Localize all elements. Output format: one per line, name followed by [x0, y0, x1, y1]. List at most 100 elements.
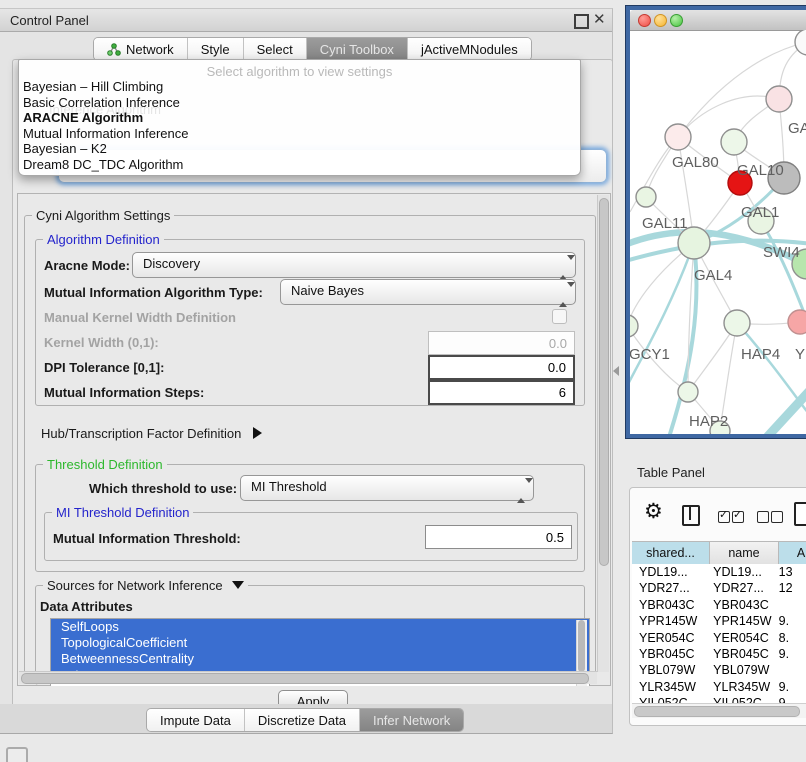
table-row[interactable]: YER054C YER054C 8.	[632, 630, 806, 646]
dpi-tolerance-input[interactable]	[428, 355, 575, 380]
minimize-window-icon[interactable]	[654, 14, 667, 27]
control-panel-titlebar: Control Panel ✕	[0, 9, 612, 32]
bottom-tab-strip: Impute Data Discretize Data Infer Networ…	[0, 704, 612, 733]
tab-discretize-data-label: Discretize Data	[258, 713, 346, 728]
tab-style-label: Style	[201, 42, 230, 57]
tab-jactivemnodules[interactable]: jActiveMNodules	[408, 38, 531, 60]
node-gal11[interactable]	[636, 187, 656, 207]
table-row[interactable]: YBR043C YBR043C	[632, 597, 806, 613]
aracne-mode-combobox[interactable]: Discovery	[132, 252, 576, 278]
scrollbar-thumb[interactable]	[21, 673, 589, 684]
column-header-name[interactable]: name	[710, 542, 779, 564]
table-row[interactable]: YBL079W YBL079W	[632, 662, 806, 678]
table-row[interactable]: YIL052C YIL052C 9.	[632, 695, 806, 703]
tab-style[interactable]: Style	[188, 38, 244, 60]
list-item-betweennesscentrality[interactable]: BetweennessCentrality	[51, 651, 589, 667]
table-row[interactable]: YDR27... YDR27... 12	[632, 580, 806, 596]
app-root: Control Panel ✕ Network Style Select	[0, 0, 806, 762]
tab-infer-network[interactable]: Infer Network	[360, 709, 463, 731]
table-row[interactable]: YLR345W YLR345W 9.	[632, 679, 806, 695]
tab-cyni-toolbox-label: Cyni Toolbox	[320, 42, 394, 57]
algorithm-option-mutual-information[interactable]: Mutual Information Inference	[23, 126, 188, 142]
node-salmon[interactable]	[788, 310, 806, 334]
algorithm-option-bayesian-hill-climbing[interactable]: Bayesian – Hill Climbing	[23, 79, 163, 95]
algorithm-definition-group: Algorithm Definition Aracne Mode: Discov…	[35, 239, 585, 406]
unchecked-checkbox-icon[interactable]	[757, 511, 769, 523]
cell: YBL079W	[706, 662, 772, 678]
node-gal80[interactable]	[665, 124, 691, 150]
new-table-icon[interactable]	[794, 502, 806, 526]
gear-icon[interactable]: ⚙	[644, 502, 663, 522]
hub-definition-toggle[interactable]: Hub/Transcription Factor Definition	[41, 426, 262, 441]
zoom-window-icon[interactable]	[670, 14, 683, 27]
tab-network[interactable]: Network	[94, 38, 188, 60]
mi-steps-input[interactable]	[428, 380, 575, 405]
scrollbar-thumb[interactable]	[578, 620, 585, 672]
tab-cyni-toolbox[interactable]: Cyni Toolbox	[307, 38, 408, 60]
algorithm-option-basic-correlation[interactable]: Basic Correlation Inference	[23, 95, 180, 111]
algorithm-option-dream8[interactable]: Dream8 DC_TDC Algorithm	[23, 157, 183, 173]
panel-divider-handle[interactable]	[613, 366, 619, 376]
table-row[interactable]: YPR145W YPR145W 9.	[632, 613, 806, 629]
node-label: HAP4	[741, 346, 780, 363]
minimized-panel-icon[interactable]	[6, 747, 28, 762]
node-gal10[interactable]	[721, 129, 747, 155]
mi-type-combobox[interactable]: Naive Bayes	[280, 279, 576, 305]
node-hap4[interactable]	[724, 310, 750, 336]
cyni-algorithm-settings-group: Cyni Algorithm Settings Algorithm Defini…	[24, 215, 596, 684]
cell: YER054C	[632, 630, 706, 646]
network-window-titlebar[interactable]	[630, 10, 806, 31]
sources-title-text: Sources for Network Inference	[47, 578, 223, 593]
node-label: GCY1	[630, 346, 670, 363]
float-panel-icon[interactable]	[574, 14, 589, 29]
node-hap2[interactable]	[678, 382, 698, 402]
checked-checkbox-icon[interactable]	[732, 511, 744, 523]
tab-select[interactable]: Select	[244, 38, 307, 60]
column-header-partial[interactable]: A	[779, 542, 806, 564]
list-item-topologicalcoefficient[interactable]: TopologicalCoefficient	[51, 635, 589, 651]
cell	[772, 662, 806, 678]
cell: YDL19...	[632, 564, 706, 580]
tab-impute-data[interactable]: Impute Data	[147, 709, 245, 731]
cell: YBR045C	[632, 646, 706, 662]
close-window-icon[interactable]	[638, 14, 651, 27]
close-panel-icon[interactable]: ✕	[593, 10, 606, 28]
node-gcy1[interactable]	[630, 315, 638, 337]
table-row[interactable]: YDL19... YDL19... 13	[632, 564, 806, 580]
which-threshold-value: MI Threshold	[251, 479, 327, 494]
table-row[interactable]: YBR045C YBR045C 9.	[632, 646, 806, 662]
which-threshold-combobox[interactable]: MI Threshold	[240, 475, 534, 501]
kernel-width-input[interactable]	[428, 331, 575, 355]
node-label: Y	[795, 346, 805, 363]
settings-horizontal-scrollbar[interactable]	[19, 671, 597, 684]
checked-checkbox-icon[interactable]	[718, 511, 730, 523]
cell: 9.	[772, 613, 806, 629]
kernel-width-label: Kernel Width (0,1):	[44, 335, 159, 350]
mi-steps-label: Mutual Information Steps:	[44, 385, 204, 400]
manual-kernel-checkbox[interactable]	[552, 309, 567, 324]
table-panel-title: Table Panel	[637, 465, 705, 480]
scrollbar-thumb[interactable]	[599, 198, 609, 566]
column-header-shared-name[interactable]: shared...	[632, 542, 710, 564]
algorithm-option-aracne[interactable]: ARACNE Algorithm	[23, 110, 143, 126]
cell: YDR27...	[632, 580, 706, 596]
list-item-selfloops[interactable]: SelfLoops	[51, 619, 589, 635]
unchecked-checkbox-icon[interactable]	[771, 511, 783, 523]
cell: YDR27...	[706, 580, 772, 596]
mi-threshold-input[interactable]	[425, 525, 572, 549]
algorithm-option-bayesian-k2[interactable]: Bayesian – K2	[23, 141, 107, 157]
node-label: HAP2	[689, 413, 728, 430]
tab-impute-data-label: Impute Data	[160, 713, 231, 728]
settings-vertical-scrollbar[interactable]	[597, 195, 609, 672]
show-columns-icon[interactable]	[682, 505, 700, 526]
node-label: GAL10	[737, 162, 784, 179]
sources-group: Sources for Network Inference Data Attri…	[35, 585, 585, 685]
sources-title[interactable]: Sources for Network Inference	[43, 578, 248, 593]
mi-type-value: Naive Bayes	[291, 283, 364, 298]
node-gal2[interactable]	[766, 86, 792, 112]
tab-discretize-data[interactable]: Discretize Data	[245, 709, 360, 731]
table-horizontal-scrollbar[interactable]	[632, 703, 806, 718]
scrollbar-thumb[interactable]	[634, 706, 800, 717]
node-label: SWI4	[763, 244, 800, 261]
network-canvas[interactable]: GAL GAL80 GAL10 GAL1 GAL11 SWI4 GAL4 GCY…	[630, 30, 806, 434]
